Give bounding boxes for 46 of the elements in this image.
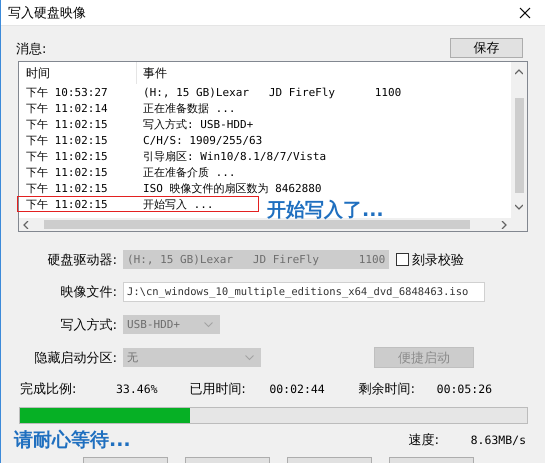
stat-label: 剩余时间: [358,381,416,398]
stat-label: 完成比例: [20,381,78,398]
log-time: 下午 11:02:15 [25,116,109,132]
annotation-text: 开始写入了... [267,198,384,223]
close-icon [519,6,531,18]
stat-value: 00:05:26 [436,382,492,396]
log-event: C/H/S: 1909/255/63 [143,134,262,146]
caret-icon [245,354,254,360]
vertical-scrollbar[interactable] [511,62,527,231]
log-time: 下午 11:02:15 [25,196,109,212]
log-time: 下午 11:02:15 [25,180,109,196]
log-time: 下午 11:02:14 [25,100,109,116]
log-event: 正在准备介质 ... [143,164,236,180]
log-time: 下午 10:53:27 [25,84,109,100]
log-time: 下午 11:02:15 [25,164,109,180]
verify-checkbox[interactable]: 刻录校验 [396,250,464,268]
caret-icon [204,322,213,328]
field-label: 写入方式: [60,316,118,334]
window-title: 写入硬盘映像 [8,4,86,22]
log-time: 下午 11:02:15 [25,148,109,164]
log-event: 正在准备数据 ... [143,100,236,116]
log-event: 写入方式: USB-HDD+ [143,116,254,132]
speed-label: 速度: [408,432,440,449]
image-file-field[interactable]: J:\cn_windows_10_multiple_editions_x64_dvd_6848463.iso [123,282,485,302]
stat-value: 33.46% [116,382,158,396]
field-label: 映像文件: [60,284,118,301]
log-event: 开始写入 ... [143,196,214,212]
stat-label: 已用时间: [189,381,247,398]
scroll-down-icon[interactable] [515,203,523,211]
annotation-text: 请耐心等待... [14,428,131,453]
messages-label: 消息: [16,41,46,58]
field-label: 隐藏启动分区: [34,350,118,366]
scroll-up-icon[interactable] [515,68,523,76]
log-event: ISO 映像文件的扇区数为 8462880 [143,180,322,196]
log-event: (H:, 15 GB)Lexar JD FireFly 1100 [143,86,402,98]
column-header[interactable]: 时间 [19,62,137,84]
horizontal-scrollbar[interactable] [19,218,511,231]
log-event: 引导扇区: Win10/8.1/8/7/Vista [143,148,326,164]
log-time: 下午 11:02:15 [25,132,109,148]
column-header[interactable]: 事件 [137,64,167,82]
stat-value: 00:02:44 [269,382,325,396]
field-label: 硬盘驱动器: [46,252,118,268]
save-button[interactable]: 保存 [450,38,523,58]
speed-value: 8.63MB/s [470,433,526,447]
scroll-right-icon[interactable] [500,220,508,228]
scroll-left-icon[interactable] [22,220,30,228]
